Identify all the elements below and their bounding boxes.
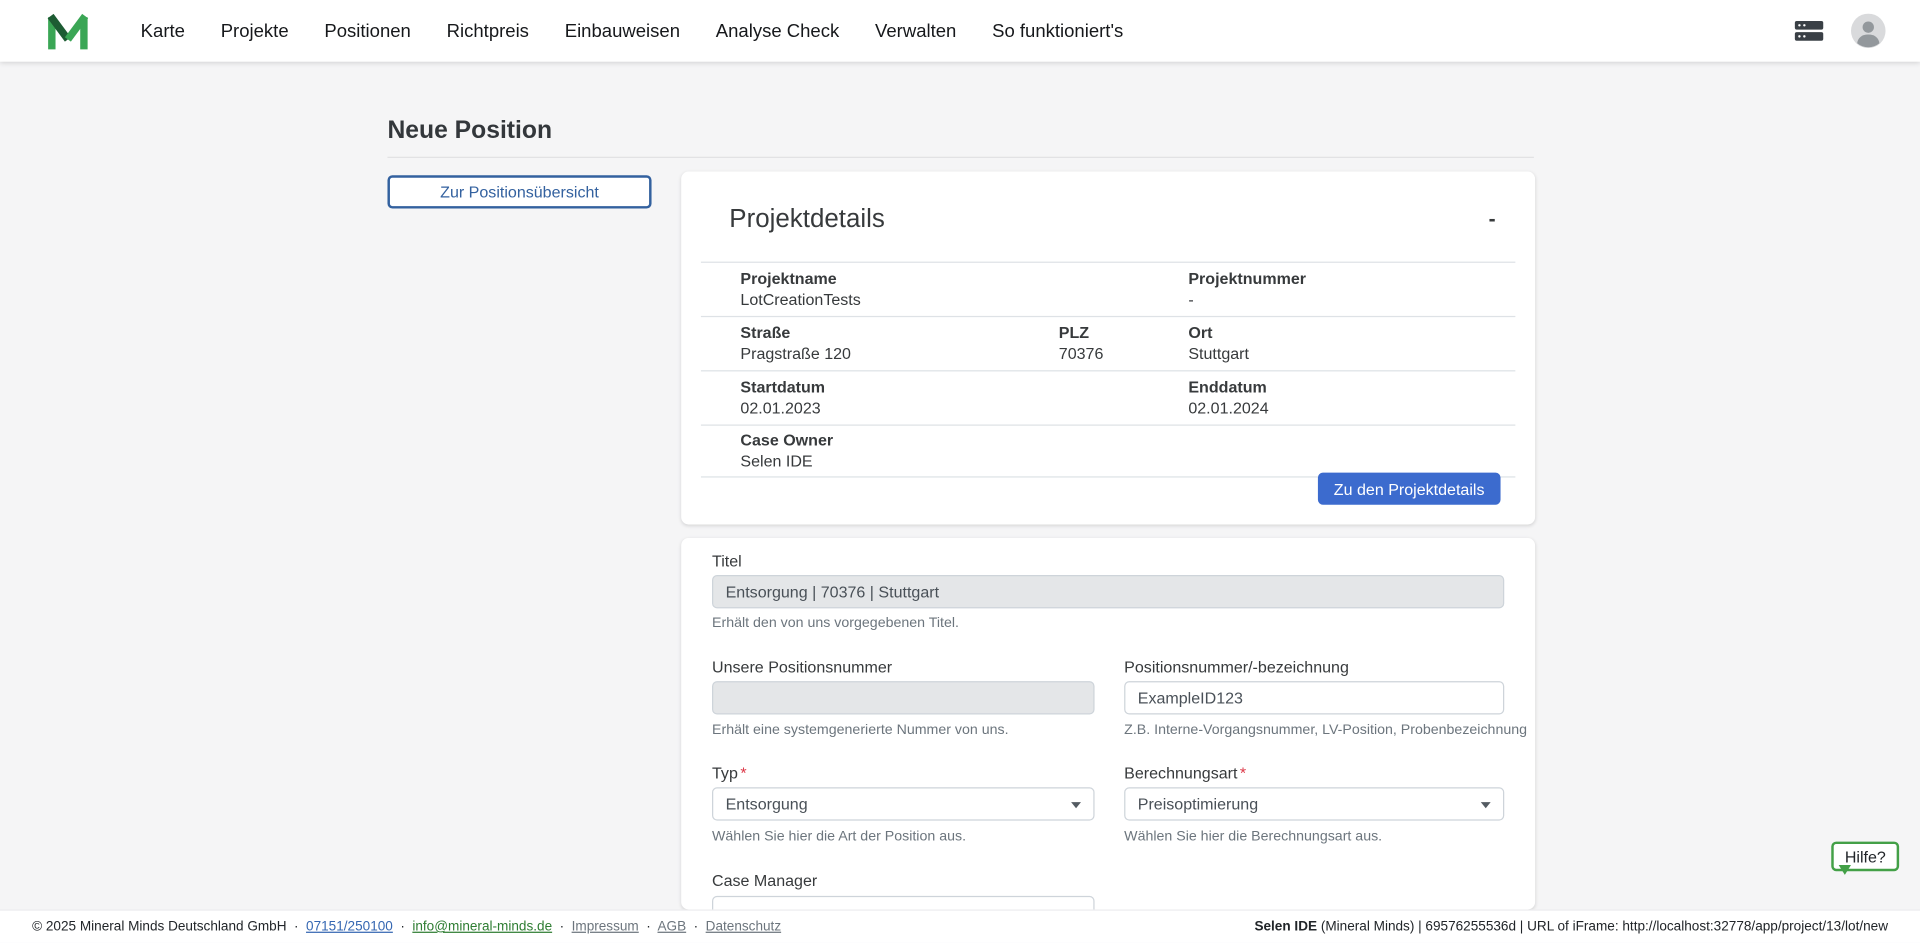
positionsnummer-input[interactable] [1124,681,1504,714]
case-owner-label: Case Owner [740,431,1188,450]
titel-input [712,575,1504,608]
copyright-text: © 2025 Mineral Minds Deutschland GmbH [32,919,286,934]
projektnummer-label: Projektnummer [1188,269,1515,288]
nav-richtpreis[interactable]: Richtpreis [447,20,529,41]
position-form-card: Titel Erhält den von uns vorgegebenen Ti… [681,538,1535,909]
app-viewport: Karte Projekte Positionen Richtpreis Ein… [0,0,1920,943]
field-projektname: Projektname LotCreationTests [701,269,1188,310]
server-icon[interactable] [1794,19,1824,44]
footer: © 2025 Mineral Minds Deutschland GmbH · … [0,909,1920,942]
berechnungsart-label: Berechnungsart* [1124,764,1246,783]
table-row: Startdatum 02.01.2023 Enddatum 02.01.202… [701,370,1515,424]
nav-analyse-check[interactable]: Analyse Check [716,20,839,41]
typ-select-value: Entsorgung [726,795,808,814]
plz-value: 70376 [1059,344,1189,364]
typ-help: Wählen Sie hier die Art der Position aus… [712,829,966,844]
project-details-title: Projektdetails [729,205,885,235]
page-title: Neue Position [387,117,552,145]
typ-label: Typ* [712,764,747,783]
required-asterisk: * [740,764,746,783]
help-button[interactable]: Hilfe? [1831,842,1899,872]
main-nav: Karte Projekte Positionen Richtpreis Ein… [141,20,1124,41]
navbar-right [1794,14,1885,49]
case-manager-label: Case Manager [712,871,817,890]
field-projektnummer: Projektnummer - [1188,269,1515,310]
titel-label: Titel [712,552,742,571]
nav-so-funktionierts[interactable]: So funktioniert's [992,20,1123,41]
user-avatar-icon[interactable] [1851,14,1886,49]
top-navbar: Karte Projekte Positionen Richtpreis Ein… [0,0,1920,62]
startdatum-label: Startdatum [740,378,1188,397]
datenschutz-link[interactable]: Datenschutz [706,919,781,934]
case-manager-input[interactable] [712,896,1095,910]
berechnungsart-help: Wählen Sie hier die Berechnungsart aus. [1124,829,1382,844]
field-strasse: Straße Pragstraße 120 [701,323,1059,364]
case-owner-value: Selen IDE [740,452,1188,472]
nav-positionen[interactable]: Positionen [324,20,410,41]
nav-einbauweisen[interactable]: Einbauweisen [565,20,680,41]
typ-select[interactable]: Entsorgung [712,787,1095,820]
nav-projekte[interactable]: Projekte [221,20,289,41]
chevron-down-icon [1481,802,1491,808]
ort-label: Ort [1188,323,1515,342]
required-asterisk: * [1240,764,1246,783]
enddatum-label: Enddatum [1188,378,1515,397]
strasse-label: Straße [740,323,1058,342]
empty-cell [1188,431,1515,472]
agb-link[interactable]: AGB [657,919,686,934]
collapse-icon[interactable]: - [1489,209,1496,230]
berechnungsart-select-value: Preisoptimierung [1138,795,1258,814]
project-details-table: Projektname LotCreationTests Projektnumm… [701,262,1515,478]
chevron-down-icon [1071,802,1081,808]
plz-label: PLZ [1059,323,1189,342]
table-row: Projektname LotCreationTests Projektnumm… [701,262,1515,316]
impressum-link[interactable]: Impressum [572,919,639,934]
help-button-label: Hilfe? [1845,847,1886,866]
unsere-positionsnummer-input [712,681,1095,714]
nav-karte[interactable]: Karte [141,20,185,41]
field-startdatum: Startdatum 02.01.2023 [701,378,1188,419]
project-details-card: Projektdetails - Projektname LotCreation… [681,172,1535,525]
field-ort: Ort Stuttgart [1188,323,1515,364]
startdatum-value: 02.01.2023 [740,399,1188,419]
strasse-value: Pragstraße 120 [740,344,1058,364]
field-plz: PLZ 70376 [1059,323,1189,364]
positionsnummer-help: Z.B. Interne-Vorgangsnummer, LV-Position… [1124,723,1527,738]
project-details-button[interactable]: Zu den Projektdetails [1318,473,1501,505]
email-link[interactable]: info@mineral-minds.de [412,919,552,934]
positions-overview-button[interactable]: Zur Positionsübersicht [387,175,651,208]
unsere-positionsnummer-help: Erhält eine systemgenerierte Nummer von … [712,723,1009,738]
field-enddatum: Enddatum 02.01.2024 [1188,378,1515,419]
session-info: Selen IDE (Mineral Minds) | 69576255536d… [1254,919,1888,934]
enddatum-value: 02.01.2024 [1188,399,1515,419]
ort-value: Stuttgart [1188,344,1515,364]
phone-link[interactable]: 07151/250100 [306,919,393,934]
session-user: Selen IDE [1254,919,1317,934]
berechnungsart-select[interactable]: Preisoptimierung [1124,787,1504,820]
projektnummer-value: - [1188,290,1515,310]
unsere-positionsnummer-label: Unsere Positionsnummer [712,658,892,677]
projektname-value: LotCreationTests [740,290,1188,310]
nav-verwalten[interactable]: Verwalten [875,20,956,41]
field-case-owner: Case Owner Selen IDE [701,431,1188,472]
mineral-minds-logo-icon[interactable] [47,11,89,50]
table-row: Case Owner Selen IDE [701,424,1515,477]
projektname-label: Projektname [740,269,1188,288]
title-divider [387,157,1533,158]
titel-help: Erhält den von uns vorgegebenen Titel. [712,616,959,631]
footer-left: © 2025 Mineral Minds Deutschland GmbH · … [32,919,781,934]
table-row: Straße Pragstraße 120 PLZ 70376 Ort Stut… [701,316,1515,370]
session-details: (Mineral Minds) | 69576255536d | URL of … [1317,919,1888,934]
positionsnummer-label: Positionsnummer/-bezeichnung [1124,658,1349,677]
